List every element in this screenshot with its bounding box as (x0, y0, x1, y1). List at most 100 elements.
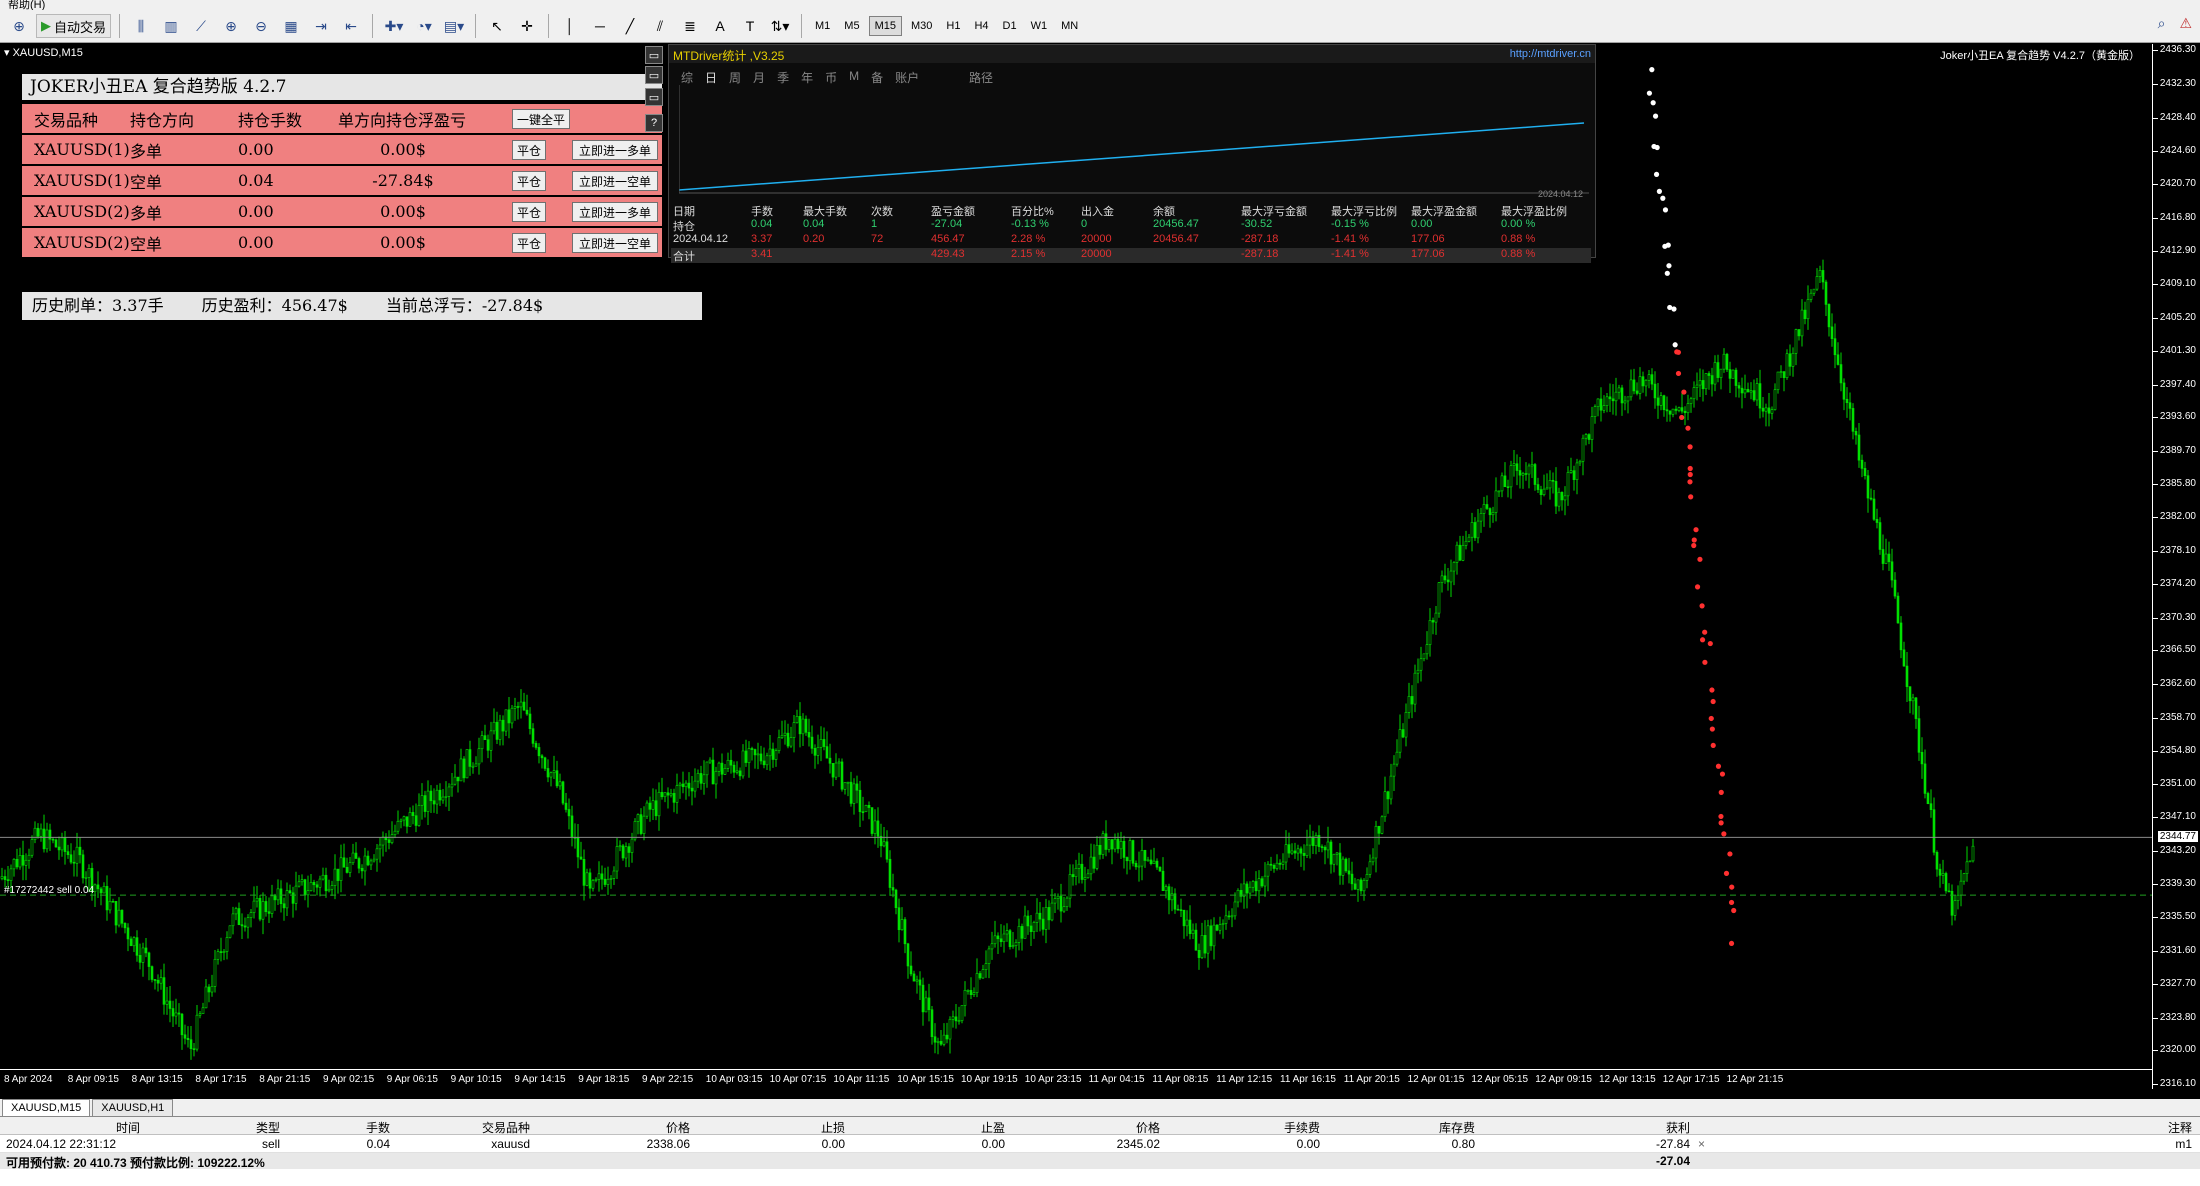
close-position-button[interactable]: 平仓 (512, 171, 546, 191)
timeframe-h4[interactable]: H4 (969, 16, 993, 36)
crosshair-icon[interactable]: ✛ (514, 14, 540, 38)
chart-menu-icon[interactable]: ▾ (4, 47, 13, 59)
close-order-icon[interactable]: × (1698, 1137, 1705, 1151)
mtd-tab[interactable]: M (849, 69, 859, 86)
trade-col-header[interactable]: 时间 (30, 1119, 140, 1136)
ea-symbol: XAUUSD(1) (34, 171, 130, 190)
ea-scroll-icon[interactable]: ▭ (645, 88, 663, 106)
cursor-icon[interactable]: ↖ (484, 14, 510, 38)
timeframe-m15[interactable]: M15 (868, 16, 902, 36)
candle-body (1524, 473, 1528, 475)
candle-chart-icon[interactable]: ▥ (158, 14, 184, 38)
tile-windows-icon[interactable]: ▦ (278, 14, 304, 38)
mtd-tab[interactable]: 币 (825, 69, 837, 86)
templates-icon[interactable]: ▤▾ (441, 14, 467, 38)
candle-body (429, 790, 433, 802)
trade-marker (1667, 304, 1673, 311)
trade-col-header[interactable]: 库存费 (1350, 1119, 1475, 1136)
search-icon[interactable]: ⌕ (2158, 15, 2166, 32)
time-axis[interactable]: 8 Apr 2024 8 Apr 09:15 8 Apr 13:15 8 Apr 17… (0, 1069, 2152, 1089)
close-position-button[interactable]: 平仓 (512, 140, 546, 160)
mtd-tab[interactable]: 综 (681, 69, 693, 86)
periods-icon[interactable]: ◔▾ (411, 14, 437, 38)
text-icon[interactable]: A (707, 14, 733, 38)
indicators-icon[interactable]: ✚▾ (381, 14, 407, 38)
timeframe-h1[interactable]: H1 (941, 16, 965, 36)
close-position-button[interactable]: 平仓 (512, 233, 546, 253)
timeframe-w1[interactable]: W1 (1026, 16, 1053, 36)
candle-body (1347, 870, 1351, 875)
trade-col-header[interactable]: 止盈 (880, 1119, 1005, 1136)
candle-body (1671, 408, 1675, 415)
trade-col-header[interactable]: 获利 (1540, 1119, 1690, 1136)
line-chart-icon[interactable]: ⟋ (188, 14, 214, 38)
trade-row[interactable]: 2024.04.12 22:31:12 sell 0.04 xauusd 2338.06… (0, 1135, 2200, 1153)
mtd-tab[interactable]: 账户 (895, 69, 919, 86)
price-label: 2327.70 (2159, 978, 2196, 990)
candle-body (981, 969, 985, 979)
trade-col-header[interactable]: 类型 (180, 1119, 280, 1136)
trade-col-header[interactable]: 止损 (720, 1119, 845, 1136)
open-position-button[interactable]: 立即进一空单 (572, 171, 658, 191)
candle-body (72, 861, 76, 864)
close-all-button[interactable]: 一键全平 (512, 109, 570, 129)
ea-minimize-icon[interactable]: ▭ (645, 66, 663, 84)
zoom-out-icon[interactable]: ⊖ (248, 14, 274, 38)
horizontal-line-icon[interactable]: ─ (587, 14, 613, 38)
timeframe-d1[interactable]: D1 (998, 16, 1022, 36)
trade-col-header[interactable]: 交易品种 (420, 1119, 530, 1136)
bar-chart-icon[interactable]: ⫼ (128, 14, 154, 38)
candle-body (984, 963, 988, 970)
candle-body (552, 770, 556, 774)
mtd-tab[interactable]: 备 (871, 69, 883, 86)
arrows-icon[interactable]: ⇅▾ (767, 14, 793, 38)
trade-col-header[interactable]: 手数 (300, 1119, 390, 1136)
mtd-tab[interactable]: 季 (777, 69, 789, 86)
candle-body (96, 884, 100, 890)
price-label: 2370.30 (2159, 611, 2196, 623)
trade-col-header[interactable]: 价格 (560, 1119, 690, 1136)
history-profit: 历史盈利：456.47$ (201, 296, 348, 315)
candle-body (1857, 434, 1861, 461)
mtd-tab[interactable]: 日 (705, 69, 717, 86)
menu-bar[interactable]: 帮助(H) (0, 0, 2200, 10)
timeframe-mn[interactable]: MN (1056, 16, 1083, 36)
candle-body (1470, 522, 1474, 538)
price-tick (2153, 283, 2158, 285)
trendline-icon[interactable]: ╱ (617, 14, 643, 38)
timeframe-m5[interactable]: M5 (839, 16, 864, 36)
price-axis[interactable]: 2436.30 2432.30 2428.40 2424.60 2420.70 2416.… (2152, 44, 2200, 1089)
auto-scroll-icon[interactable]: ⇥ (308, 14, 334, 38)
chart-window[interactable]: ▾ XAUUSD,M15 Joker小丑EA 复合趋势 V4.2.7（黄金版） … (0, 44, 2200, 1099)
chart-shift-icon[interactable]: ⇤ (338, 14, 364, 38)
timeframe-m30[interactable]: M30 (906, 16, 937, 36)
mtdriver-path-tab[interactable]: 路径 (969, 69, 993, 86)
alerts-icon[interactable]: ⚠ (2179, 15, 2192, 32)
mtd-tab[interactable]: 年 (801, 69, 813, 86)
mtd-tab[interactable]: 月 (753, 69, 765, 86)
mtd-tab[interactable]: 周 (729, 69, 741, 86)
auto-trade-button[interactable]: ▶ 自动交易 (36, 14, 112, 38)
trade-col-header[interactable]: 价格 (1040, 1119, 1160, 1136)
menu-help[interactable]: 帮助(H) (8, 0, 45, 10)
trade-col-header[interactable]: 手续费 (1200, 1119, 1320, 1136)
timeframe-m1[interactable]: M1 (810, 16, 835, 36)
channel-icon[interactable]: ⫽ (647, 14, 673, 38)
close-position-button[interactable]: 平仓 (512, 202, 546, 222)
tab-xauusd-h1[interactable]: XAUUSD,H1 (92, 1099, 174, 1116)
vertical-line-icon[interactable]: │ (557, 14, 583, 38)
zoom-in-icon[interactable]: ⊕ (218, 14, 244, 38)
ea-help-icon[interactable]: ? (645, 114, 663, 132)
mtdriver-url-link[interactable]: http://mtdriver.cn (1510, 48, 1591, 60)
trade-col-header[interactable]: 注释 (2080, 1119, 2192, 1136)
tab-xauusd-m15[interactable]: XAUUSD,M15 (2, 1099, 91, 1116)
ea-collapse-icon[interactable]: ▭ (645, 46, 663, 64)
open-position-button[interactable]: 立即进一空单 (572, 233, 658, 253)
trade-marker (1664, 270, 1670, 276)
candle-body (1503, 475, 1507, 488)
fibonacci-icon[interactable]: ≣ (677, 14, 703, 38)
text-label-icon[interactable]: T (737, 14, 763, 38)
open-position-button[interactable]: 立即进一多单 (572, 202, 658, 222)
open-position-button[interactable]: 立即进一多单 (572, 140, 658, 160)
globe-icon[interactable]: ⊕ (6, 14, 32, 38)
